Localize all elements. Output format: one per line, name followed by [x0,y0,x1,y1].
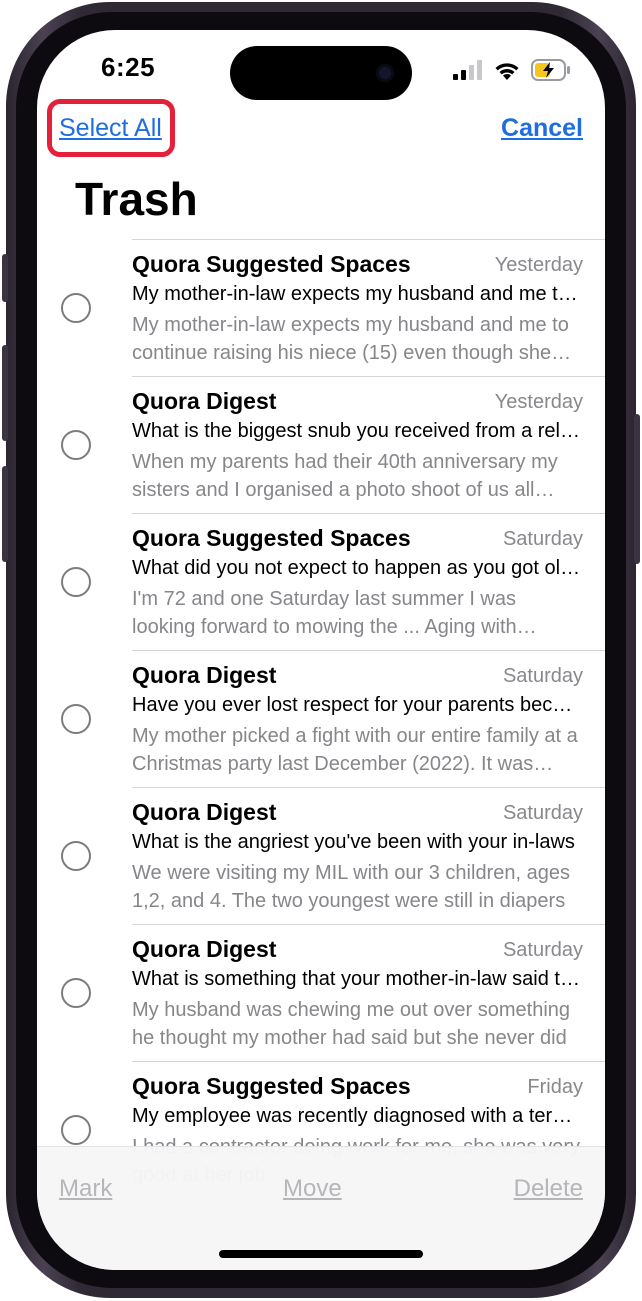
message-date: Yesterday [494,254,583,276]
message-preview: We were visiting my MIL with our 3 child… [132,862,570,912]
message-preview: When my parents had their 40th anniversa… [132,451,558,501]
message-date: Saturday [502,665,583,687]
volume-down-button [2,466,8,562]
message-row[interactable]: Quora Digest Yesterday What is the bigge… [37,376,605,513]
home-indicator[interactable] [219,1250,423,1258]
message-subject: Have you ever lost respect for your pare… [132,694,583,716]
message-preview: My mother picked a fight with our entire… [132,725,578,775]
message-date: Yesterday [494,391,583,413]
message-list: Quora Suggested Spaces Yesterday My moth… [37,239,605,1198]
message-preview: My husband was chewing me out over somet… [132,999,571,1049]
message-date: Saturday [502,528,583,550]
power-button [634,414,640,564]
select-radio[interactable] [61,704,91,734]
message-preview: I'm 72 and one Saturday last summer I wa… [132,588,517,638]
delete-button[interactable]: Delete [514,1175,583,1203]
mark-button[interactable]: Mark [59,1175,112,1203]
row-divider [132,1061,605,1062]
status-icons [453,58,571,82]
message-row[interactable]: Quora Suggested Spaces Yesterday My moth… [37,239,605,376]
volume-up-button [2,345,8,441]
message-sender: Quora Suggested Spaces [132,251,411,277]
message-subject: What is the biggest snub you received fr… [132,420,583,442]
message-row[interactable]: Quora Suggested Spaces Saturday What did… [37,513,605,650]
select-radio[interactable] [61,841,91,871]
row-divider [132,650,605,651]
select-all-button[interactable]: Select All [59,114,162,143]
message-date: Friday [527,1076,583,1098]
message-preview: My mother-in-law expects my husband and … [132,314,569,364]
cellular-signal-icon [453,60,482,80]
message-subject: My employee was recently diagnosed with … [132,1105,583,1127]
cancel-button[interactable]: Cancel [501,114,583,143]
row-divider [132,239,605,240]
row-divider [132,376,605,377]
row-divider [132,787,605,788]
message-row[interactable]: Quora Digest Saturday What is something … [37,924,605,1061]
message-subject: What is the angriest you've been with yo… [132,831,575,853]
select-radio[interactable] [61,567,91,597]
dynamic-island [230,46,412,100]
screen: 6:25 Select All Cancel Trash Quora Sugge… [37,30,605,1270]
message-sender: Quora Suggested Spaces [132,1073,411,1099]
message-sender: Quora Digest [132,662,277,688]
message-row[interactable]: Quora Digest Saturday What is the angrie… [37,787,605,924]
message-date: Saturday [502,802,583,824]
camera-icon [376,64,394,82]
message-subject: What is something that your mother-in-la… [132,968,583,990]
move-button[interactable]: Move [283,1175,342,1203]
select-radio[interactable] [61,1115,91,1145]
message-sender: Quora Suggested Spaces [132,525,411,551]
message-sender: Quora Digest [132,936,277,962]
select-radio[interactable] [61,430,91,460]
message-sender: Quora Digest [132,799,277,825]
status-time: 6:25 [101,52,156,82]
message-subject: What did you not expect to happen as you… [132,557,583,579]
message-sender: Quora Digest [132,388,277,414]
row-divider [132,924,605,925]
message-date: Saturday [502,939,583,961]
message-row[interactable]: Quora Digest Saturday Have you ever lost… [37,650,605,787]
message-subject: My mother-in-law expects my husband and … [132,283,583,305]
action-button [2,254,8,302]
battery-charging-icon [531,59,570,81]
page-title: Trash [75,173,198,225]
select-radio[interactable] [61,978,91,1008]
wifi-icon [495,62,519,80]
select-radio[interactable] [61,293,91,323]
row-divider [132,513,605,514]
